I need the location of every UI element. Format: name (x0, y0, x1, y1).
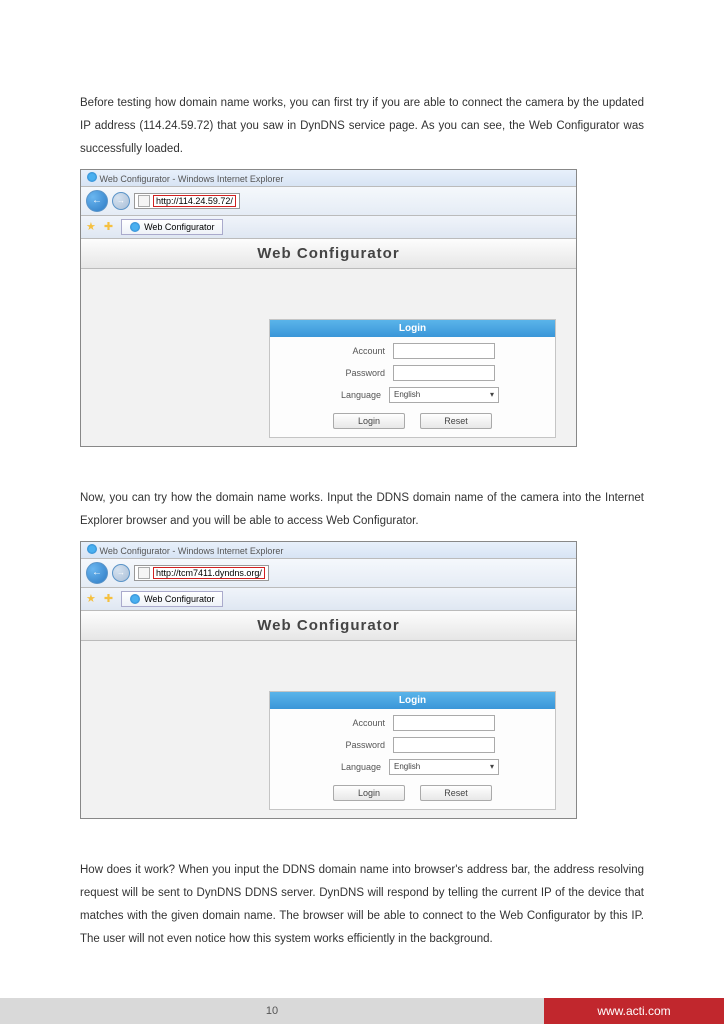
login-button[interactable]: Login (333, 413, 405, 429)
window-title-text: Web Configurator - Windows Internet Expl… (100, 546, 284, 556)
forward-button-icon[interactable]: → (112, 564, 130, 582)
window-title-text: Web Configurator - Windows Internet Expl… (100, 174, 284, 184)
page-footer: 10 www.acti.com (0, 998, 724, 1024)
ie-logo-icon (87, 544, 97, 554)
url-text: http://114.24.59.72/ (156, 196, 233, 206)
page-header: Web Configurator (81, 611, 576, 641)
tab-bar: ★ ✚ Web Configurator (81, 216, 576, 239)
document-page: Before testing how domain name works, yo… (0, 0, 724, 1024)
page-viewport: Web Configurator Login Account Password … (81, 239, 576, 446)
forward-button-icon[interactable]: → (112, 192, 130, 210)
paragraph-2: Now, you can try how the domain name wor… (80, 487, 644, 533)
add-favorites-icon[interactable]: ✚ (104, 592, 113, 605)
tab-label: Web Configurator (144, 222, 214, 232)
url-highlight: http://tcm7411.dyndns.org/ (153, 567, 265, 579)
url-highlight: http://114.24.59.72/ (153, 195, 236, 207)
tab-label: Web Configurator (144, 594, 214, 604)
login-panel: Login Account Password Language English … (269, 319, 556, 438)
login-button[interactable]: Login (333, 785, 405, 801)
page-header: Web Configurator (81, 239, 576, 269)
favorites-star-icon[interactable]: ★ (86, 220, 96, 233)
browser-tab[interactable]: Web Configurator (121, 219, 223, 235)
screenshot-ip-access: Web Configurator - Windows Internet Expl… (80, 169, 577, 447)
reset-button[interactable]: Reset (420, 413, 492, 429)
language-row: Language English ▾ (270, 387, 555, 403)
tab-bar: ★ ✚ Web Configurator (81, 588, 576, 611)
browser-toolbar: ← → http://114.24.59.72/ (81, 187, 576, 216)
language-select[interactable]: English ▾ (389, 759, 499, 775)
chevron-down-icon: ▾ (490, 390, 494, 399)
language-label: Language (326, 762, 381, 772)
address-bar[interactable]: http://tcm7411.dyndns.org/ (134, 565, 269, 581)
back-button-icon[interactable]: ← (86, 562, 108, 584)
password-label: Password (330, 368, 385, 378)
address-bar[interactable]: http://114.24.59.72/ (134, 193, 240, 209)
account-label: Account (330, 346, 385, 356)
page-number: 10 (0, 998, 544, 1024)
browser-tab[interactable]: Web Configurator (121, 591, 223, 607)
account-input[interactable] (393, 343, 495, 359)
screenshot-ddns-access: Web Configurator - Windows Internet Expl… (80, 541, 577, 819)
password-input[interactable] (393, 737, 495, 753)
page-icon (138, 567, 150, 579)
paragraph-1: Before testing how domain name works, yo… (80, 92, 644, 161)
language-value: English (394, 390, 420, 399)
login-panel: Login Account Password Language English … (269, 691, 556, 810)
button-row: Login Reset (270, 413, 555, 429)
chevron-down-icon: ▾ (490, 762, 494, 771)
window-title: Web Configurator - Windows Internet Expl… (81, 542, 576, 559)
window-title: Web Configurator - Windows Internet Expl… (81, 170, 576, 187)
back-button-icon[interactable]: ← (86, 190, 108, 212)
account-label: Account (330, 718, 385, 728)
login-area: Login Account Password Language English … (81, 641, 576, 818)
favorites-star-icon[interactable]: ★ (86, 592, 96, 605)
footer-site: www.acti.com (544, 998, 724, 1024)
account-input[interactable] (393, 715, 495, 731)
account-row: Account (270, 715, 555, 731)
password-row: Password (270, 365, 555, 381)
url-text: http://tcm7411.dyndns.org/ (156, 568, 262, 578)
browser-toolbar: ← → http://tcm7411.dyndns.org/ (81, 559, 576, 588)
language-select[interactable]: English ▾ (389, 387, 499, 403)
reset-button[interactable]: Reset (420, 785, 492, 801)
account-row: Account (270, 343, 555, 359)
language-row: Language English ▾ (270, 759, 555, 775)
tab-favicon-icon (130, 594, 140, 604)
button-row: Login Reset (270, 785, 555, 801)
password-input[interactable] (393, 365, 495, 381)
password-row: Password (270, 737, 555, 753)
login-title: Login (270, 320, 555, 337)
password-label: Password (330, 740, 385, 750)
page-icon (138, 195, 150, 207)
login-title: Login (270, 692, 555, 709)
tab-favicon-icon (130, 222, 140, 232)
language-value: English (394, 762, 420, 771)
page-viewport: Web Configurator Login Account Password … (81, 611, 576, 818)
ie-logo-icon (87, 172, 97, 182)
login-area: Login Account Password Language English … (81, 269, 576, 446)
paragraph-3: How does it work? When you input the DDN… (80, 859, 644, 951)
add-favorites-icon[interactable]: ✚ (104, 220, 113, 233)
language-label: Language (326, 390, 381, 400)
